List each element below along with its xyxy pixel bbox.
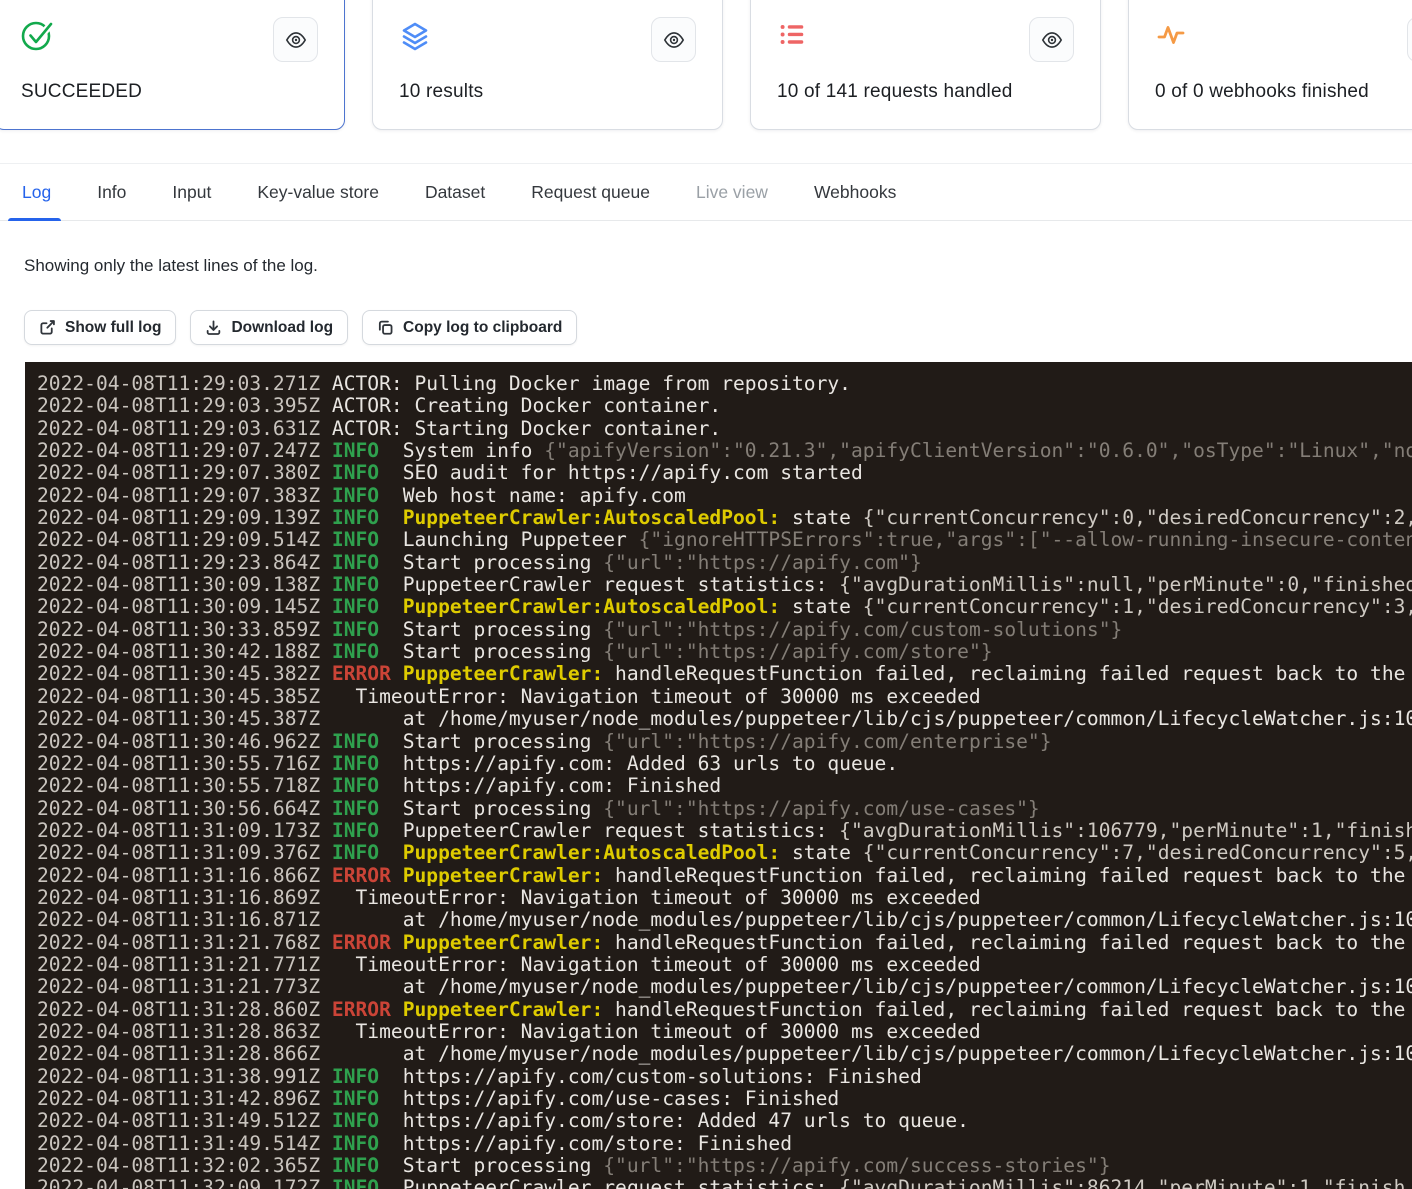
tab-request-queue[interactable]: Request queue	[531, 164, 650, 220]
log-line: 2022-04-08T11:31:21.771Z TimeoutError: N…	[37, 954, 1412, 976]
show-full-log-button[interactable]: Show full log	[24, 310, 176, 345]
log-line: 2022-04-08T11:30:45.382Z ERROR Puppeteer…	[37, 663, 1412, 685]
log-line: 2022-04-08T11:31:38.991Z INFO https://ap…	[37, 1066, 1412, 1088]
tab-log[interactable]: Log	[22, 164, 51, 220]
log-line: 2022-04-08T11:32:02.365Z INFO Start proc…	[37, 1155, 1412, 1177]
results-count-label: 10 results	[399, 81, 483, 103]
check-circle-icon	[20, 18, 54, 52]
log-line: 2022-04-08T11:29:07.247Z INFO System inf…	[37, 440, 1412, 462]
log-line: 2022-04-08T11:31:28.860Z ERROR Puppeteer…	[37, 999, 1412, 1021]
tab-webhooks[interactable]: Webhooks	[814, 164, 896, 220]
run-detail-page: { "colors": { "accent-green": "#12a94c",…	[0, 0, 1412, 1189]
log-line: 2022-04-08T11:29:09.514Z INFO Launching …	[37, 529, 1412, 551]
eye-icon	[663, 29, 685, 51]
tab-live-view: Live view	[696, 164, 768, 220]
log-line: 2022-04-08T11:32:09.172Z INFO PuppeteerC…	[37, 1177, 1412, 1189]
run-status-label: SUCCEEDED	[21, 81, 142, 103]
download-log-button[interactable]: Download log	[190, 310, 348, 345]
log-line: 2022-04-08T11:31:49.514Z INFO https://ap…	[37, 1133, 1412, 1155]
card-results[interactable]: 10 results	[372, 0, 723, 130]
log-line: 2022-04-08T11:31:09.173Z INFO PuppeteerC…	[37, 820, 1412, 842]
preview-eye-button[interactable]	[1029, 17, 1074, 62]
log-line: 2022-04-08T11:30:45.385Z TimeoutError: N…	[37, 686, 1412, 708]
log-line: 2022-04-08T11:31:28.863Z TimeoutError: N…	[37, 1021, 1412, 1043]
log-line: 2022-04-08T11:30:42.188Z INFO Start proc…	[37, 641, 1412, 663]
copy-log-button[interactable]: Copy log to clipboard	[362, 310, 577, 345]
log-line: 2022-04-08T11:29:03.271Z ACTOR: Pulling …	[37, 373, 1412, 395]
status-cards-row: SUCCEEDED 10 results	[0, 0, 1412, 130]
tab-key-value-store[interactable]: Key-value store	[257, 164, 379, 220]
log-line: 2022-04-08T11:29:23.864Z INFO Start proc…	[37, 552, 1412, 574]
log-line: 2022-04-08T11:31:16.869Z TimeoutError: N…	[37, 887, 1412, 909]
tab-info[interactable]: Info	[97, 164, 126, 220]
dataset-layers-icon	[398, 18, 432, 52]
tab-dataset[interactable]: Dataset	[425, 164, 485, 220]
log-line: 2022-04-08T11:30:55.718Z INFO https://ap…	[37, 775, 1412, 797]
log-actions-row: Show full log Download log Copy log to c…	[24, 310, 577, 345]
log-viewer[interactable]: 2022-04-08T11:29:03.271Z ACTOR: Pulling …	[25, 362, 1412, 1189]
download-icon	[205, 319, 222, 336]
download-log-label: Download log	[231, 319, 333, 337]
show-full-log-label: Show full log	[65, 319, 161, 337]
copy-icon	[377, 319, 394, 336]
log-line: 2022-04-08T11:31:28.866Z at /home/myuser…	[37, 1043, 1412, 1065]
requests-handled-label: 10 of 141 requests handled	[777, 81, 1013, 103]
preview-eye-button[interactable]	[1407, 17, 1412, 62]
log-line: 2022-04-08T11:30:33.859Z INFO Start proc…	[37, 619, 1412, 641]
log-line: 2022-04-08T11:30:09.138Z INFO PuppeteerC…	[37, 574, 1412, 596]
preview-eye-button[interactable]	[651, 17, 696, 62]
log-line: 2022-04-08T11:31:21.773Z at /home/myuser…	[37, 976, 1412, 998]
log-line: 2022-04-08T11:29:09.139Z INFO PuppeteerC…	[37, 507, 1412, 529]
log-line: 2022-04-08T11:31:16.866Z ERROR Puppeteer…	[37, 865, 1412, 887]
log-line: 2022-04-08T11:30:45.387Z at /home/myuser…	[37, 708, 1412, 730]
external-link-icon	[39, 319, 56, 336]
tab-input[interactable]: Input	[172, 164, 211, 220]
log-line: 2022-04-08T11:30:55.716Z INFO https://ap…	[37, 753, 1412, 775]
log-line: 2022-04-08T11:30:46.962Z INFO Start proc…	[37, 731, 1412, 753]
log-line: 2022-04-08T11:31:49.512Z INFO https://ap…	[37, 1110, 1412, 1132]
preview-eye-button[interactable]	[273, 17, 318, 62]
card-requests-handled[interactable]: 10 of 141 requests handled	[750, 0, 1101, 130]
log-line: 2022-04-08T11:30:56.664Z INFO Start proc…	[37, 798, 1412, 820]
log-line: 2022-04-08T11:30:09.145Z INFO PuppeteerC…	[37, 596, 1412, 618]
log-notice: Showing only the latest lines of the log…	[24, 256, 318, 276]
card-run-status[interactable]: SUCCEEDED	[0, 0, 345, 130]
log-line: 2022-04-08T11:31:09.376Z INFO PuppeteerC…	[37, 842, 1412, 864]
log-line: 2022-04-08T11:29:03.631Z ACTOR: Starting…	[37, 418, 1412, 440]
log-line: 2022-04-08T11:31:42.896Z INFO https://ap…	[37, 1088, 1412, 1110]
webhooks-finished-label: 0 of 0 webhooks finished	[1155, 81, 1369, 103]
log-line: 2022-04-08T11:29:07.383Z INFO Web host n…	[37, 485, 1412, 507]
eye-icon	[1041, 29, 1063, 51]
card-webhooks[interactable]: 0 of 0 webhooks finished	[1128, 0, 1412, 130]
eye-icon	[285, 29, 307, 51]
log-line: 2022-04-08T11:31:21.768Z ERROR Puppeteer…	[37, 932, 1412, 954]
log-line: 2022-04-08T11:29:07.380Z INFO SEO audit …	[37, 462, 1412, 484]
webhooks-pulse-icon	[1154, 18, 1188, 52]
request-queue-list-icon	[776, 18, 810, 52]
log-line: 2022-04-08T11:29:03.395Z ACTOR: Creating…	[37, 395, 1412, 417]
log-line: 2022-04-08T11:31:16.871Z at /home/myuser…	[37, 909, 1412, 931]
copy-log-label: Copy log to clipboard	[403, 319, 562, 337]
tab-bar: Log Info Input Key-value store Dataset R…	[0, 163, 1412, 221]
